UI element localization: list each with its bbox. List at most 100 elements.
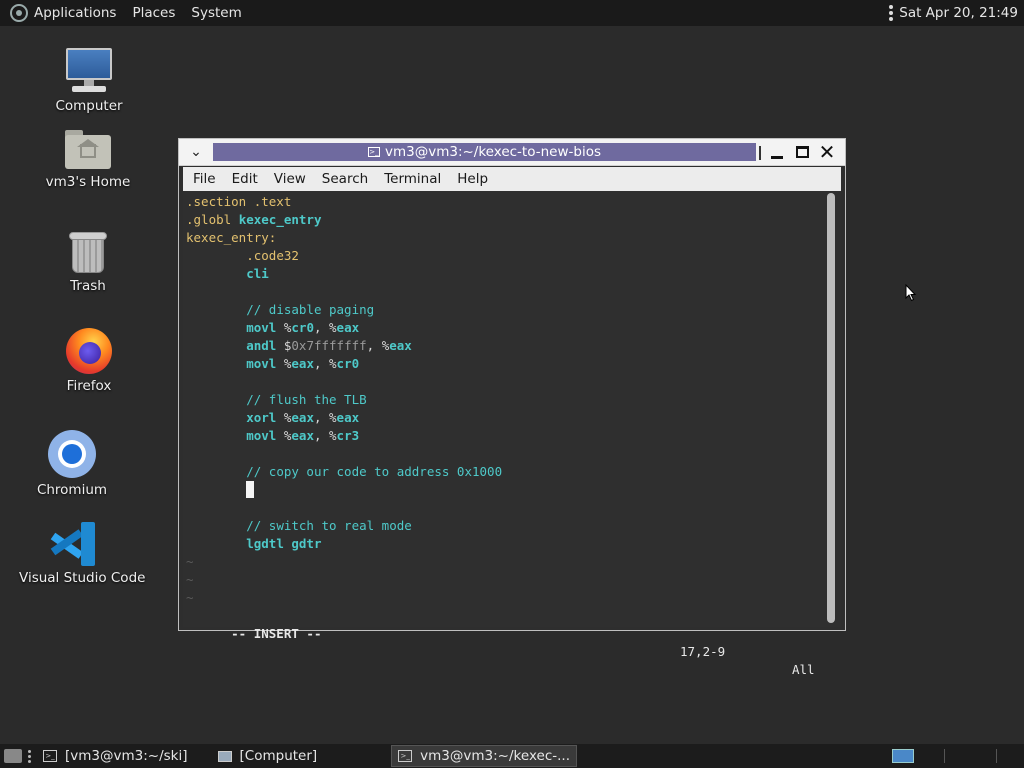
menu-search[interactable]: Search [314, 171, 376, 187]
code-line[interactable]: andl $0x7fffffff, %eax [186, 337, 826, 355]
task-label: [Computer] [239, 748, 318, 764]
places-menu[interactable]: Places [132, 5, 175, 21]
desktop-icon-computer[interactable]: Computer [34, 46, 144, 114]
close-button[interactable]: ✕ [817, 140, 837, 164]
code-token: , % [313, 410, 337, 425]
code-token: cr0 [291, 320, 314, 335]
code-token: eax [291, 410, 314, 425]
menu-edit[interactable]: Edit [224, 171, 266, 187]
chromium-icon [48, 430, 96, 478]
code-token: , % [366, 338, 390, 353]
workspace-1[interactable] [892, 749, 914, 763]
panel-handle-icon[interactable] [889, 5, 894, 21]
menu-file[interactable]: File [183, 171, 224, 187]
workspace-3[interactable] [996, 749, 1018, 763]
taskbar-task-terminal-kexec[interactable]: >_ vm3@vm3:~/kexec-... [391, 745, 577, 767]
desktop-icon-home[interactable]: vm3's Home [33, 130, 143, 190]
taskbar-task-computer[interactable]: [Computer] [212, 745, 324, 767]
menu-view[interactable]: View [266, 171, 314, 187]
code-token: movl [246, 356, 284, 371]
desktop-icon-trash[interactable]: Trash [33, 230, 143, 294]
applications-menu[interactable]: Applications [34, 5, 116, 21]
desktop-icon-label: Firefox [66, 378, 112, 394]
terminal-scrollbar[interactable] [827, 193, 835, 623]
code-token: eax [389, 338, 412, 353]
code-line[interactable]: lgdtl gdtr [186, 535, 826, 553]
code-line[interactable]: movl %cr0, %eax [186, 319, 826, 337]
code-token: eax [291, 356, 314, 371]
code-token: .section .text [186, 194, 292, 209]
code-line[interactable]: // switch to real mode [186, 517, 826, 535]
desktop-icon-firefox[interactable]: Firefox [34, 328, 144, 394]
system-menu[interactable]: System [191, 5, 241, 21]
code-token: , % [313, 428, 337, 443]
distro-logo-icon[interactable] [10, 4, 28, 22]
vscode-icon [50, 522, 97, 566]
code-line[interactable]: ~ [186, 589, 826, 607]
code-token: eax [336, 410, 360, 425]
desktop-icon-label: Visual Studio Code [19, 570, 146, 586]
code-line[interactable]: // disable paging [186, 301, 826, 319]
code-line[interactable]: // copy our code to address 0x1000 [186, 463, 826, 481]
computer-icon [217, 750, 232, 762]
window-menu-chevron-icon[interactable]: ⌄ [187, 144, 205, 160]
desktop-icon-vscode[interactable]: Visual Studio Code [19, 522, 146, 586]
firefox-icon [66, 328, 112, 374]
code-line[interactable] [186, 445, 826, 463]
minimize-button[interactable] [767, 142, 787, 162]
maximize-button[interactable] [792, 142, 812, 162]
code-line[interactable]: .code32 [186, 247, 826, 265]
code-line[interactable]: .section .text [186, 193, 826, 211]
menu-help[interactable]: Help [449, 171, 496, 187]
taskbar-task-terminal-ski[interactable]: >_ [vm3@vm3:~/ski] [37, 745, 194, 767]
code-token: .globl [186, 212, 239, 227]
code-token: , % [313, 356, 337, 371]
code-line[interactable]: // flush the TLB [186, 391, 826, 409]
code-line[interactable]: movl %eax, %cr3 [186, 427, 826, 445]
desktop-icon-label: Computer [55, 98, 123, 114]
desktop-icon-label: vm3's Home [45, 174, 131, 190]
code-token: ~ [186, 554, 194, 569]
code-editor[interactable]: .section .text .globl kexec_entry kexec_en… [186, 193, 826, 607]
terminal-icon: >_ [367, 147, 380, 157]
scrollbar-thumb[interactable] [827, 193, 835, 623]
code-line[interactable] [186, 283, 826, 301]
code-token: .code32 [246, 248, 299, 263]
code-line[interactable]: .globl kexec_entry [186, 211, 826, 229]
computer-icon [64, 46, 114, 94]
show-desktop-icon[interactable] [4, 749, 22, 763]
code-line[interactable] [186, 481, 826, 499]
clock[interactable]: Sat Apr 20, 21:49 [899, 5, 1018, 21]
window-title-bar-strip[interactable]: >_ vm3@vm3:~/kexec-to-new-bios [213, 143, 756, 161]
menu-terminal[interactable]: Terminal [376, 171, 449, 187]
code-line[interactable]: xorl %eax, %eax [186, 409, 826, 427]
code-line[interactable]: ~ [186, 553, 826, 571]
code-token: movl [246, 428, 284, 443]
code-line[interactable]: movl %eax, %cr0 [186, 355, 826, 373]
code-line[interactable] [186, 373, 826, 391]
code-line[interactable]: cli [186, 265, 826, 283]
taskbar-grip-icon[interactable] [28, 749, 31, 763]
code-line[interactable]: kexec_entry: [186, 229, 826, 247]
vim-mode-indicator: -- INSERT -- [231, 626, 322, 641]
window-title: vm3@vm3:~/kexec-to-new-bios [384, 144, 601, 160]
workspace-2[interactable] [944, 749, 966, 763]
code-token: eax [291, 428, 314, 443]
desktop-icon-chromium[interactable]: Chromium [17, 430, 127, 498]
code-token: // disable paging [246, 302, 375, 317]
code-line[interactable]: ~ [186, 571, 826, 589]
code-token: lgdtl gdtr [246, 536, 322, 551]
window-titlebar[interactable]: ⌄ >_ vm3@vm3:~/kexec-to-new-bios ✕ [179, 139, 845, 166]
code-line[interactable] [186, 499, 826, 517]
close-icon: ✕ [818, 140, 836, 164]
terminal-content[interactable]: .section .text .globl kexec_entry kexec_en… [183, 191, 841, 677]
code-token: xorl [246, 410, 284, 425]
